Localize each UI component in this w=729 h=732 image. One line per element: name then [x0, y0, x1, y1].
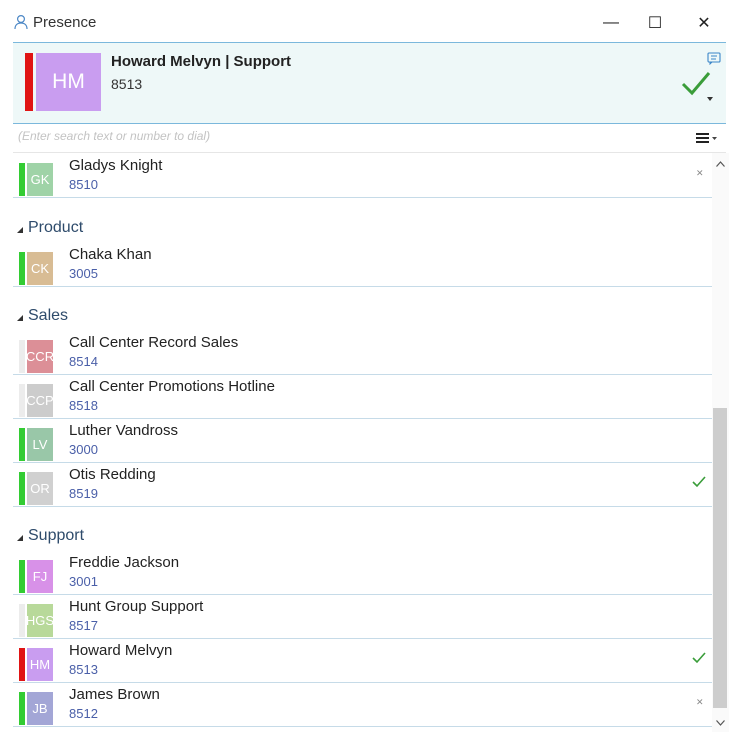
contact-row[interactable]: CCR Call Center Record Sales 8514	[13, 330, 712, 375]
user-avatar[interactable]: HM	[36, 53, 101, 111]
contact-extension: 3000	[69, 442, 98, 457]
collapse-triangle-icon	[17, 315, 23, 321]
checkmark-icon[interactable]	[680, 69, 712, 99]
contact-list: GK Gladys Knight 8510 ✕ Product CK Chaka…	[13, 153, 712, 732]
contact-extension: 8517	[69, 618, 98, 633]
user-extension: 8513	[111, 76, 143, 92]
person-icon	[14, 14, 28, 30]
contact-avatar: CK	[27, 252, 53, 285]
scrollbar-thumb[interactable]	[713, 408, 727, 708]
contact-card-icon[interactable]	[707, 51, 721, 65]
search-bar	[13, 123, 726, 153]
contact-name: Freddie Jackson	[69, 554, 180, 571]
group-label: Product	[28, 219, 84, 236]
contact-avatar: OR	[27, 472, 53, 505]
status-indicator	[19, 384, 25, 417]
current-user-panel: HM Howard Melvyn | Support 8513	[13, 42, 726, 124]
caret-down-icon[interactable]	[707, 97, 713, 101]
contact-row[interactable]: JB James Brown 8512 ✕	[13, 682, 712, 727]
checkmark-icon	[692, 476, 706, 488]
user-status-bar	[25, 53, 33, 111]
contact-row[interactable]: LV Luther Vandross 3000	[13, 418, 712, 463]
contact-avatar: CCR	[27, 340, 53, 373]
contact-extension: 8514	[69, 354, 98, 369]
remove-icon[interactable]: ✕	[696, 697, 704, 708]
status-indicator	[19, 428, 25, 461]
status-indicator	[19, 692, 25, 725]
contact-avatar: GK	[27, 163, 53, 196]
hamburger-menu-icon[interactable]	[696, 131, 718, 145]
scroll-down-arrow-icon[interactable]	[716, 720, 725, 726]
status-indicator	[19, 252, 25, 285]
contact-extension: 8518	[69, 398, 98, 413]
contact-name: Gladys Knight	[69, 157, 163, 174]
group-header-product[interactable]: Product	[13, 216, 712, 238]
contact-row[interactable]: HGS Hunt Group Support 8517	[13, 594, 712, 639]
scroll-up-arrow-icon[interactable]	[716, 161, 725, 167]
contact-row[interactable]: OR Otis Redding 8519	[13, 462, 712, 507]
close-icon: ✕	[697, 15, 711, 32]
contact-name: Hunt Group Support	[69, 598, 204, 615]
minimize-icon: —	[603, 14, 619, 31]
contact-row[interactable]: HM Howard Melvyn 8513	[13, 638, 712, 683]
contact-extension: 8512	[69, 706, 98, 721]
group-header-support[interactable]: Support	[13, 524, 712, 546]
scrollbar[interactable]	[712, 153, 729, 732]
search-input[interactable]	[18, 129, 678, 143]
maximize-icon: ☐	[647, 15, 663, 32]
group-header-sales[interactable]: Sales	[13, 304, 712, 326]
contact-row[interactable]: CK Chaka Khan 3005	[13, 242, 712, 287]
window-title: Presence	[33, 14, 97, 31]
contact-extension: 3005	[69, 266, 98, 281]
contact-avatar: JB	[27, 692, 53, 725]
contact-avatar: LV	[27, 428, 53, 461]
status-indicator	[19, 472, 25, 505]
contact-extension: 8510	[69, 177, 98, 192]
contact-row[interactable]: CCP Call Center Promotions Hotline 8518	[13, 374, 712, 419]
collapse-triangle-icon	[17, 535, 23, 541]
group-label: Sales	[28, 307, 69, 324]
collapse-triangle-icon	[17, 227, 23, 233]
status-indicator	[19, 604, 25, 637]
status-indicator	[19, 340, 25, 373]
user-name: Howard Melvyn | Support	[111, 53, 292, 70]
contact-extension: 8513	[69, 662, 98, 677]
remove-icon[interactable]: ✕	[696, 168, 704, 179]
contact-row[interactable]: FJ Freddie Jackson 3001	[13, 550, 712, 595]
status-indicator	[19, 560, 25, 593]
contact-avatar: FJ	[27, 560, 53, 593]
status-indicator	[19, 163, 25, 196]
contact-row[interactable]: GK Gladys Knight 8510 ✕	[13, 153, 712, 198]
maximize-button[interactable]: ☐	[632, 8, 678, 38]
contact-name: Otis Redding	[69, 466, 156, 483]
title-bar: Presence — ☐ ✕	[0, 0, 729, 42]
contact-name: Luther Vandross	[69, 422, 178, 439]
status-indicator	[19, 648, 25, 681]
contact-avatar: HGS	[27, 604, 53, 637]
group-label: Support	[28, 527, 85, 544]
minimize-button[interactable]: —	[588, 8, 634, 38]
contact-name: Call Center Record Sales	[69, 334, 239, 351]
contact-name: James Brown	[69, 686, 160, 703]
contact-extension: 8519	[69, 486, 98, 501]
contact-avatar: HM	[27, 648, 53, 681]
contact-name: Chaka Khan	[69, 246, 152, 263]
contact-name: Call Center Promotions Hotline	[69, 378, 275, 395]
contact-extension: 3001	[69, 574, 98, 589]
contact-name: Howard Melvyn	[69, 642, 173, 659]
checkmark-icon	[692, 652, 706, 664]
contact-avatar: CCP	[27, 384, 53, 417]
close-button[interactable]: ✕	[681, 8, 727, 38]
